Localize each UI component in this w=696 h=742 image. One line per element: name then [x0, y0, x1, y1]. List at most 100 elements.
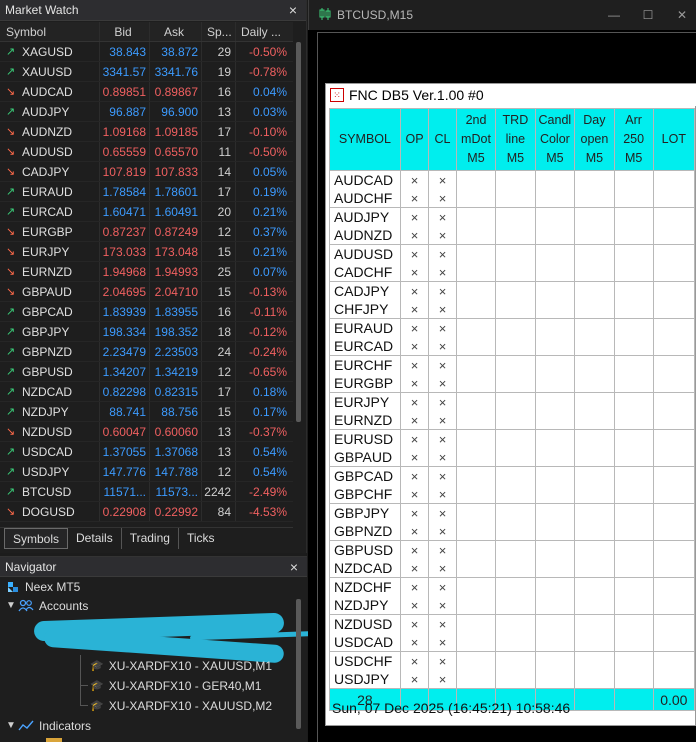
symbol-cell[interactable]: ↘ EURGBP [0, 222, 100, 241]
symbol-cell[interactable]: ↗ GBPUSD [0, 362, 100, 381]
close-x-icon[interactable]: × [401, 283, 428, 301]
chevron-down-icon[interactable]: ▼ [4, 597, 18, 615]
col-spread[interactable]: Sp... [202, 22, 236, 41]
fnc-pair-symbol[interactable]: GBPJPY [334, 505, 396, 523]
col-ask[interactable]: Ask [150, 22, 202, 41]
market-watch-row[interactable]: ↗ EURAUD 1.78584 1.78601 17 0.19% [0, 182, 293, 202]
close-x-icon[interactable]: × [429, 246, 455, 264]
symbol-cell[interactable]: ↗ USDJPY [0, 462, 100, 481]
symbol-cell[interactable]: ↗ EURAUD [0, 182, 100, 201]
fnc-pair-symbol[interactable]: GBPNZD [334, 523, 396, 541]
market-watch-row[interactable]: ↗ XAGUSD 38.843 38.872 29 -0.50% [0, 42, 293, 62]
close-x-icon[interactable]: × [429, 505, 455, 523]
market-watch-row[interactable]: ↗ XAUUSD 3341.57 3341.76 19 -0.78% [0, 62, 293, 82]
fnc-pair-symbol[interactable]: EURCAD [334, 338, 396, 356]
symbol-cell[interactable]: ↗ GBPCAD [0, 302, 100, 321]
col-daily-change[interactable]: Daily ... [236, 22, 293, 41]
symbol-cell[interactable]: ↗ NZDJPY [0, 402, 100, 421]
fnc-pair-symbol[interactable]: EURUSD [334, 431, 396, 449]
close-x-icon[interactable]: × [401, 616, 428, 634]
close-x-icon[interactable]: × [429, 634, 455, 652]
tab-ticks[interactable]: Ticks [179, 528, 223, 549]
close-x-icon[interactable]: × [401, 357, 428, 375]
market-watch-row[interactable]: ↗ GBPJPY 198.334 198.352 18 -0.12% [0, 322, 293, 342]
symbol-cell[interactable]: ↗ GBPJPY [0, 322, 100, 341]
symbol-cell[interactable]: ↘ AUDCAD [0, 82, 100, 101]
fnc-pair-symbol[interactable]: GBPCAD [334, 468, 396, 486]
close-x-icon[interactable]: × [401, 431, 428, 449]
close-x-icon[interactable]: × [429, 209, 455, 227]
close-x-icon[interactable]: × [401, 671, 428, 689]
tab-trading[interactable]: Trading [122, 528, 179, 549]
navigator-close-icon[interactable]: × [287, 557, 301, 577]
symbol-cell[interactable]: ↘ EURJPY [0, 242, 100, 261]
close-x-icon[interactable]: × [429, 264, 455, 282]
close-x-icon[interactable]: × [429, 449, 455, 467]
market-watch-row[interactable]: ↗ GBPCAD 1.83939 1.83955 16 -0.11% [0, 302, 293, 322]
close-x-icon[interactable]: × [401, 468, 428, 486]
close-x-icon[interactable]: × [401, 338, 428, 356]
maximize-icon[interactable]: ☐ [633, 0, 663, 30]
symbol-cell[interactable]: ↗ BTCUSD [0, 482, 100, 501]
close-x-icon[interactable]: × [401, 227, 428, 245]
tab-symbols[interactable]: Symbols [4, 528, 69, 549]
fnc-pair-symbol[interactable]: USDCHF [334, 653, 396, 671]
fnc-titlebar[interactable]: ⁙ FNC DB5 Ver.1.00 #0 [326, 84, 696, 106]
chart-titlebar[interactable]: BTCUSD,M15 — ☐ ✕ [308, 0, 696, 30]
col-bid[interactable]: Bid [100, 22, 150, 41]
close-x-icon[interactable]: × [401, 486, 428, 504]
symbol-cell[interactable]: ↘ AUDNZD [0, 122, 100, 141]
close-x-icon[interactable]: × [429, 227, 455, 245]
close-x-icon[interactable]: × [429, 431, 455, 449]
nav-account-item[interactable]: 🎓 XU-XARDFX10 - XAUUSD,M2 [90, 697, 272, 715]
close-x-icon[interactable]: × [429, 338, 455, 356]
close-x-icon[interactable]: × [401, 375, 428, 393]
fnc-pair-symbol[interactable]: AUDJPY [334, 209, 396, 227]
symbol-cell[interactable]: ↘ DOGUSD [0, 502, 100, 521]
tab-details[interactable]: Details [68, 528, 122, 549]
close-x-icon[interactable]: × [401, 505, 428, 523]
fnc-pair-symbol[interactable]: CADCHF [334, 264, 396, 282]
market-watch-row[interactable]: ↗ BTCUSD 11571... 11573... 2242 -2.49% [0, 482, 293, 502]
close-x-icon[interactable]: × [429, 579, 455, 597]
fnc-pair-symbol[interactable]: AUDCHF [334, 190, 396, 208]
fnc-pair-symbol[interactable]: NZDCHF [334, 579, 396, 597]
fnc-pair-symbol[interactable]: USDJPY [334, 671, 396, 689]
symbol-cell[interactable]: ↗ EURCAD [0, 202, 100, 221]
close-x-icon[interactable]: × [401, 246, 428, 264]
fnc-pair-symbol[interactable]: AUDNZD [334, 227, 396, 245]
market-watch-row[interactable]: ↘ DOGUSD 0.22908 0.22992 84 -4.53% [0, 502, 293, 522]
close-x-icon[interactable]: × [401, 301, 428, 319]
close-x-icon[interactable]: × [429, 671, 455, 689]
nav-accounts[interactable]: ▼ Accounts [4, 597, 88, 615]
symbol-cell[interactable]: ↗ USDCAD [0, 442, 100, 461]
market-watch-row[interactable]: ↗ GBPNZD 2.23479 2.23503 24 -0.24% [0, 342, 293, 362]
close-x-icon[interactable]: × [401, 653, 428, 671]
close-x-icon[interactable]: × [401, 209, 428, 227]
close-x-icon[interactable]: × [429, 597, 455, 615]
market-watch-row[interactable]: ↘ AUDUSD 0.65559 0.65570 11 -0.50% [0, 142, 293, 162]
close-x-icon[interactable]: × [401, 320, 428, 338]
close-x-icon[interactable]: × [401, 579, 428, 597]
close-x-icon[interactable]: × [401, 634, 428, 652]
close-x-icon[interactable]: × [429, 523, 455, 541]
close-x-icon[interactable]: × [429, 375, 455, 393]
market-watch-row[interactable]: ↗ EURCAD 1.60471 1.60491 20 0.21% [0, 202, 293, 222]
close-x-icon[interactable]: × [429, 357, 455, 375]
symbol-cell[interactable]: ↗ XAUUSD [0, 62, 100, 81]
market-watch-row[interactable]: ↘ AUDCAD 0.89851 0.89867 16 0.04% [0, 82, 293, 102]
fnc-dashboard[interactable]: ⁙ FNC DB5 Ver.1.00 #0 SYMBOL OP CL 2nd mDot M… [325, 83, 696, 726]
col-symbol[interactable]: Symbol [0, 22, 100, 41]
close-x-icon[interactable]: × [429, 542, 455, 560]
market-watch-row[interactable]: ↘ EURNZD 1.94968 1.94993 25 0.07% [0, 262, 293, 282]
market-watch-row[interactable]: ↗ NZDCAD 0.82298 0.82315 17 0.18% [0, 382, 293, 402]
fnc-pair-symbol[interactable]: CHFJPY [334, 301, 396, 319]
close-x-icon[interactable]: × [429, 468, 455, 486]
close-x-icon[interactable]: × [401, 190, 428, 208]
minimize-icon[interactable]: — [599, 0, 629, 30]
symbol-cell[interactable]: ↘ CADJPY [0, 162, 100, 181]
fnc-pair-symbol[interactable]: GBPCHF [334, 486, 396, 504]
close-x-icon[interactable]: × [429, 394, 455, 412]
market-watch-row[interactable]: ↗ NZDJPY 88.741 88.756 15 0.17% [0, 402, 293, 422]
navigator-scroll-thumb[interactable] [296, 599, 301, 729]
